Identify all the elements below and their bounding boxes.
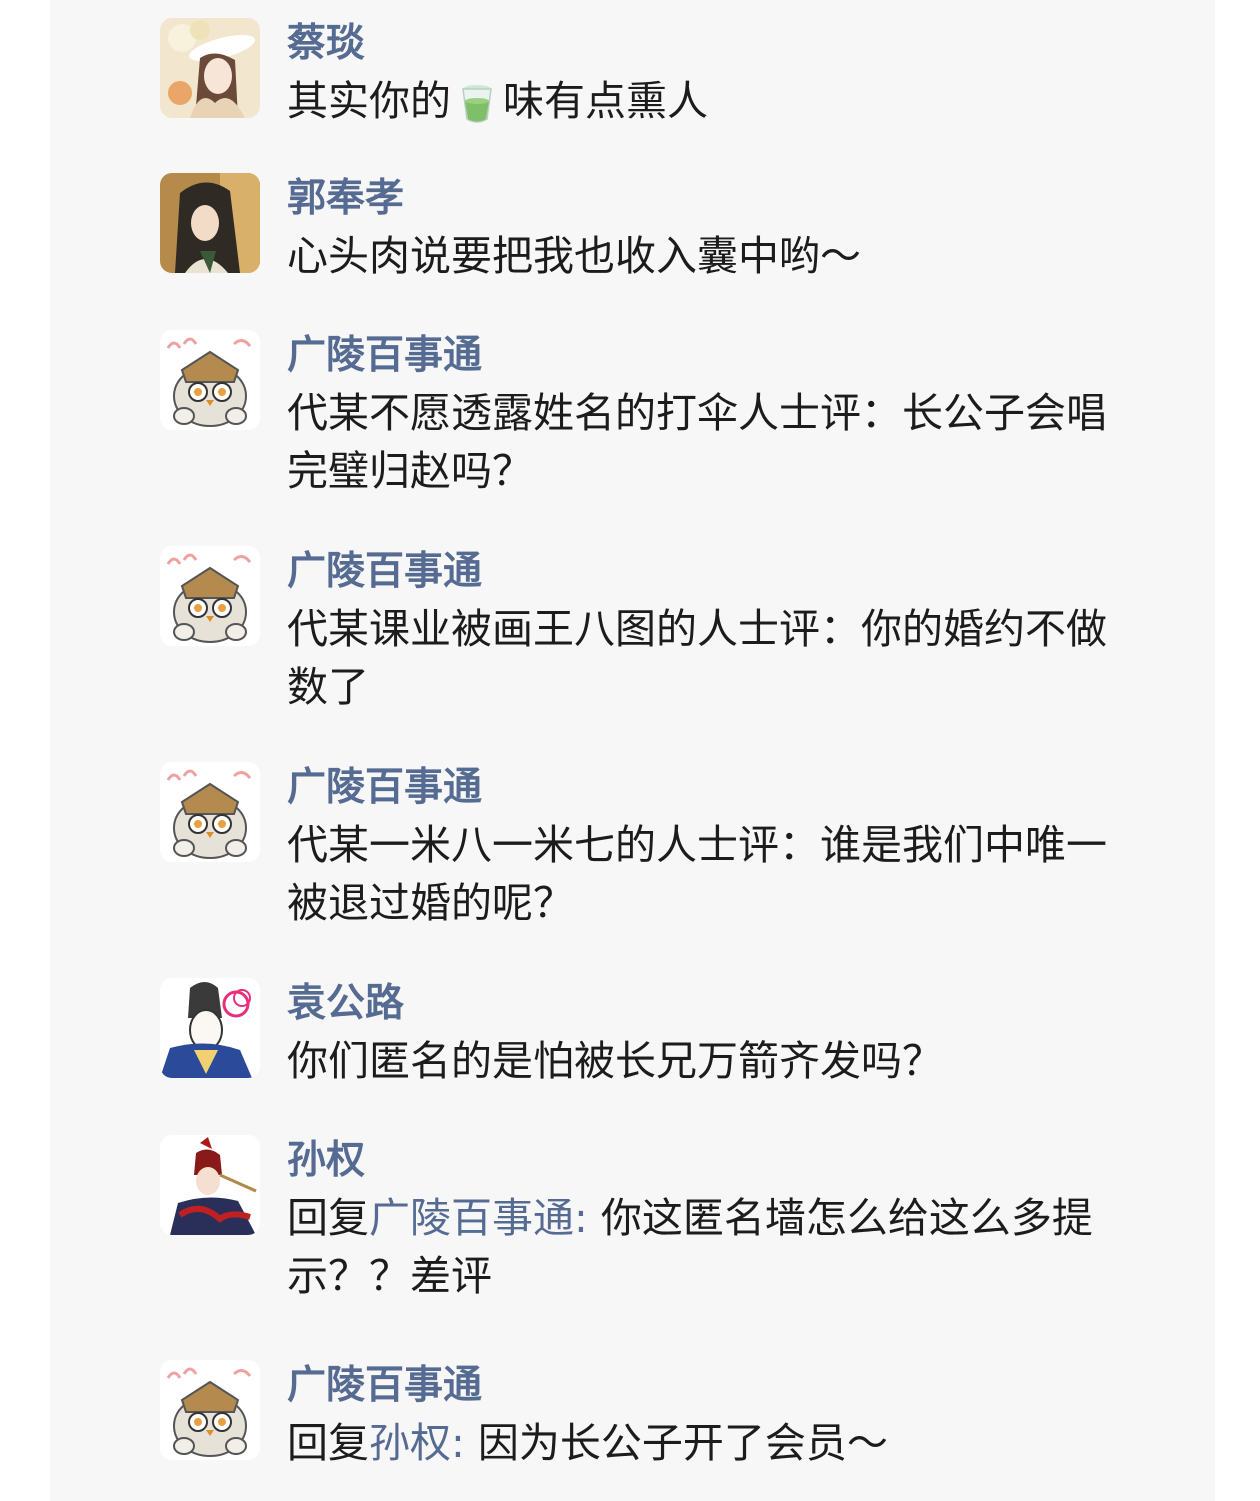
- avatar[interactable]: [160, 546, 260, 646]
- comment-text: 心头肉说要把我也收入囊中哟～: [287, 232, 861, 280]
- avatar[interactable]: [160, 18, 260, 118]
- reply-prefix: 回复: [287, 1194, 369, 1242]
- commenter-name[interactable]: 广陵百事通: [287, 1360, 1117, 1412]
- commenter-name[interactable]: 广陵百事通: [287, 762, 1117, 814]
- reply-mention[interactable]: 广陵百事通:: [369, 1194, 588, 1242]
- reply-mention[interactable]: 孙权:: [369, 1419, 465, 1467]
- comment-text: 回复广陵百事通: 你这匿名墙怎么给这么多提示？？差评: [287, 1189, 1117, 1305]
- avatar[interactable]: [160, 1135, 260, 1235]
- avatar[interactable]: [160, 762, 260, 862]
- comment-text: 回复孙权: 因为长公子开了会员～: [287, 1414, 1117, 1472]
- commenter-name[interactable]: 袁公路: [287, 978, 1117, 1030]
- comment-text: 代某不愿透露姓名的打伞人士评：长公子会唱完璧归赵吗？: [287, 389, 1107, 495]
- commenter-name[interactable]: 郭奉孝: [287, 173, 1117, 225]
- comment-text: 代某课业被画王八图的人士评：你的婚约不做数了: [287, 605, 1107, 711]
- avatar[interactable]: [160, 330, 260, 430]
- comment-panel: 蔡琰 其实你的 味有点熏人 郭奉孝 心头肉说要把我也收入囊中哟～ 广陵百事通 代…: [50, 0, 1215, 1501]
- comment-text-part: 因为长公子开了会员～: [464, 1419, 888, 1467]
- commenter-name[interactable]: 孙权: [287, 1135, 1117, 1187]
- commenter-name[interactable]: 蔡琰: [287, 18, 1117, 70]
- reply-prefix: 回复: [287, 1419, 369, 1467]
- commenter-name[interactable]: 广陵百事通: [287, 546, 1117, 598]
- comment-text: 代某一米八一米七的人士评：谁是我们中唯一被退过婚的呢？: [287, 821, 1107, 927]
- comment-text: 其实你的 味有点熏人: [287, 72, 1117, 130]
- commenter-name[interactable]: 广陵百事通: [287, 330, 1117, 382]
- comment-text-part: 味有点熏人: [503, 77, 708, 125]
- comment-text: 你们匿名的是怕被长兄万箭齐发吗？: [287, 1037, 943, 1085]
- avatar[interactable]: [160, 173, 260, 273]
- comment-text-part: 其实你的: [287, 77, 451, 125]
- tea-cup-icon: [457, 79, 497, 125]
- avatar[interactable]: [160, 978, 260, 1078]
- avatar[interactable]: [160, 1360, 260, 1460]
